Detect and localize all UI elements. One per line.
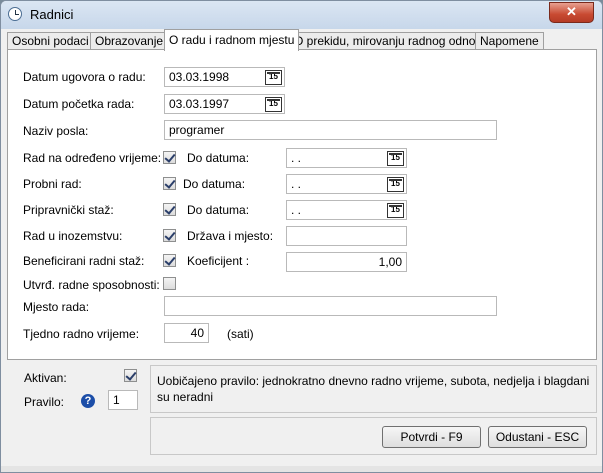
tab-napomene[interactable]: Napomene bbox=[475, 32, 544, 50]
help-icon[interactable]: ? bbox=[81, 394, 95, 408]
calendar-icon[interactable]: 15 bbox=[387, 177, 404, 192]
probni-rad-label: Probni rad: bbox=[23, 177, 82, 191]
cancel-button[interactable]: Odustani - ESC bbox=[488, 426, 587, 448]
probni-rad-do-datuma-label: Do datuma: bbox=[183, 177, 246, 191]
aktivan-label: Aktivan: bbox=[24, 371, 67, 385]
calendar-icon[interactable]: 15 bbox=[265, 70, 282, 85]
tab-obrazovanje[interactable]: Obrazovanje bbox=[90, 32, 169, 50]
koeficijent-label: Koeficijent : bbox=[187, 254, 250, 268]
pripravnicki-label: Pripravnički staž: bbox=[23, 203, 114, 217]
mjesto-rada-label: Mjesto rada: bbox=[23, 300, 90, 314]
tab-o-prekidu[interactable]: O prekidu, mirovanju radnog odnosa bbox=[289, 32, 494, 50]
datum-pocetka-label: Datum početka rada: bbox=[23, 97, 135, 111]
pripravnicki-checkbox[interactable] bbox=[163, 203, 176, 216]
tab-osobni-podaci[interactable]: Osobni podaci bbox=[7, 32, 94, 50]
calendar-icon[interactable]: 15 bbox=[387, 151, 404, 166]
beneficirani-checkbox[interactable] bbox=[163, 254, 176, 267]
tab-panel-o-radu: Datum ugovora o radu: 03.03.1998 15 Datu… bbox=[7, 49, 597, 360]
pravilo-info-box: Uobičajeno pravilo: jednokratno dnevno r… bbox=[150, 365, 597, 413]
title-bar[interactable]: Radnici ✕ bbox=[1, 1, 602, 29]
rad-odredeno-checkbox[interactable] bbox=[163, 151, 176, 164]
pripravnicki-do-datuma-label: Do datuma: bbox=[187, 203, 250, 217]
tab-o-radu[interactable]: O radu i radnom mjestu bbox=[164, 29, 300, 51]
pravilo-label: Pravilo: bbox=[24, 395, 65, 409]
naziv-posla-label: Naziv posla: bbox=[23, 124, 89, 138]
button-bar: Potvrdi - F9 Odustani - ESC bbox=[150, 417, 597, 455]
koeficijent-field[interactable]: 1,00 bbox=[286, 252, 407, 272]
probni-rad-checkbox[interactable] bbox=[163, 177, 176, 190]
window-bottom-edge bbox=[1, 466, 602, 472]
calendar-icon[interactable]: 15 bbox=[265, 97, 282, 112]
sposobnosti-checkbox[interactable] bbox=[163, 277, 176, 290]
rad-odredeno-do-datuma-label: Do datuma: bbox=[187, 151, 250, 165]
pravilo-field[interactable]: 1 bbox=[108, 390, 138, 410]
radnici-window: Radnici ✕ Osobni podaci Obrazovanje O ra… bbox=[0, 0, 603, 473]
rad-odredeno-label: Rad na određeno vrijeme: bbox=[23, 151, 162, 165]
tab-strip: Osobni podaci Obrazovanje O radu i radno… bbox=[7, 29, 597, 51]
window-title: Radnici bbox=[30, 7, 74, 22]
sposobnosti-label: Utvrđ. radne sposobnosti: bbox=[23, 278, 160, 292]
mjesto-rada-field[interactable] bbox=[164, 296, 497, 316]
beneficirani-label: Beneficirani radni staž: bbox=[23, 254, 145, 268]
drzava-mjesto-label: Država i mjesto: bbox=[187, 229, 274, 243]
aktivan-checkbox[interactable] bbox=[124, 369, 137, 382]
pravilo-info-text: Uobičajeno pravilo: jednokratno dnevno r… bbox=[157, 374, 590, 404]
calendar-icon[interactable]: 15 bbox=[387, 203, 404, 218]
tjedno-label: Tjedno radno vrijeme: bbox=[23, 327, 140, 341]
confirm-button[interactable]: Potvrdi - F9 bbox=[382, 426, 481, 448]
clock-icon bbox=[8, 7, 22, 21]
tjedno-unit: (sati) bbox=[227, 327, 254, 341]
drzava-mjesto-field[interactable] bbox=[286, 226, 407, 246]
inozemstvo-checkbox[interactable] bbox=[163, 229, 176, 242]
tjedno-field[interactable]: 40 bbox=[164, 323, 209, 343]
datum-ugovora-label: Datum ugovora o radu: bbox=[23, 70, 146, 84]
naziv-posla-field[interactable]: programer bbox=[164, 120, 497, 140]
close-button[interactable]: ✕ bbox=[549, 2, 594, 23]
inozemstvo-label: Rad u inozemstvu: bbox=[23, 229, 123, 243]
